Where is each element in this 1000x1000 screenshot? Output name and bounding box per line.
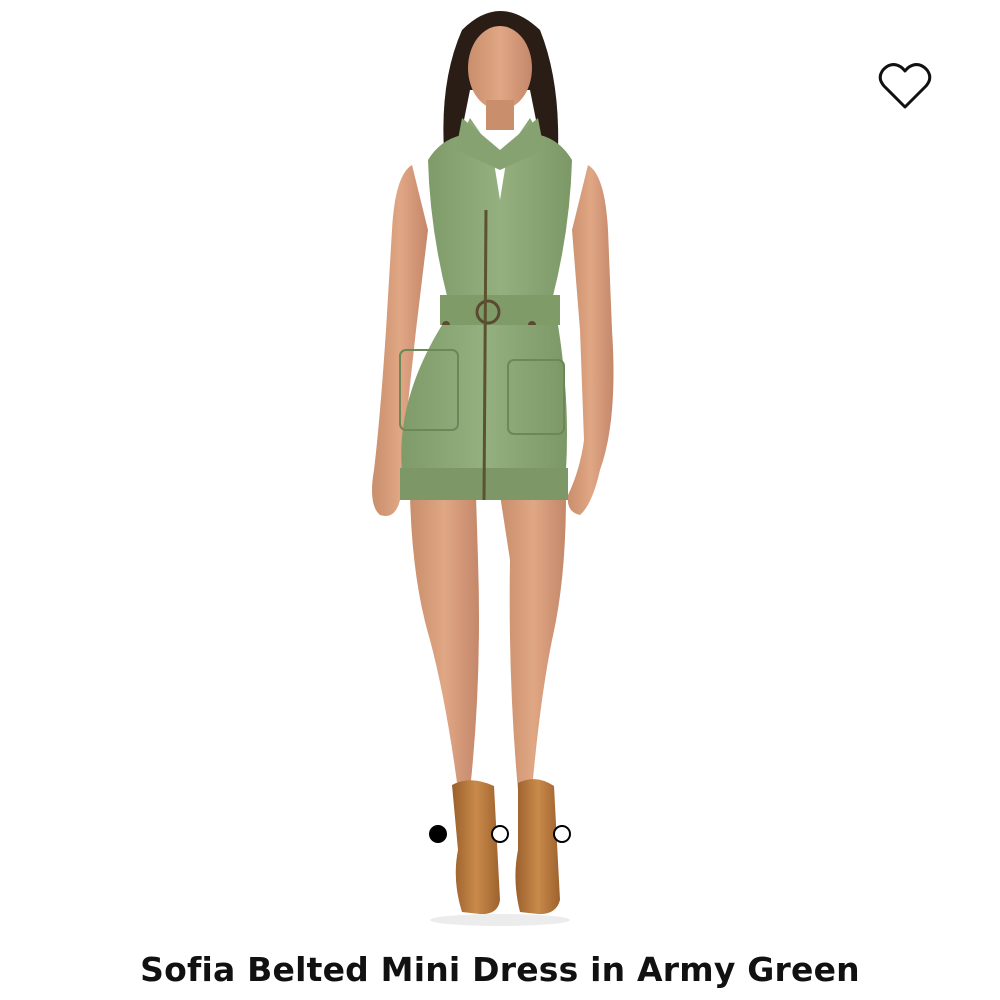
heart-outline-icon: [878, 63, 932, 109]
carousel-dot-1[interactable]: [429, 825, 447, 843]
carousel-dot-3[interactable]: [553, 825, 571, 843]
product-image[interactable]: [0, 0, 1000, 930]
product-title: Sofia Belted Mini Dress in Army Green: [140, 950, 860, 989]
carousel-indicators: [0, 825, 1000, 847]
product-detail-page: Sofia Belted Mini Dress in Army Green: [0, 0, 1000, 1000]
carousel-dot-2[interactable]: [491, 825, 509, 843]
wishlist-button[interactable]: [878, 60, 932, 112]
